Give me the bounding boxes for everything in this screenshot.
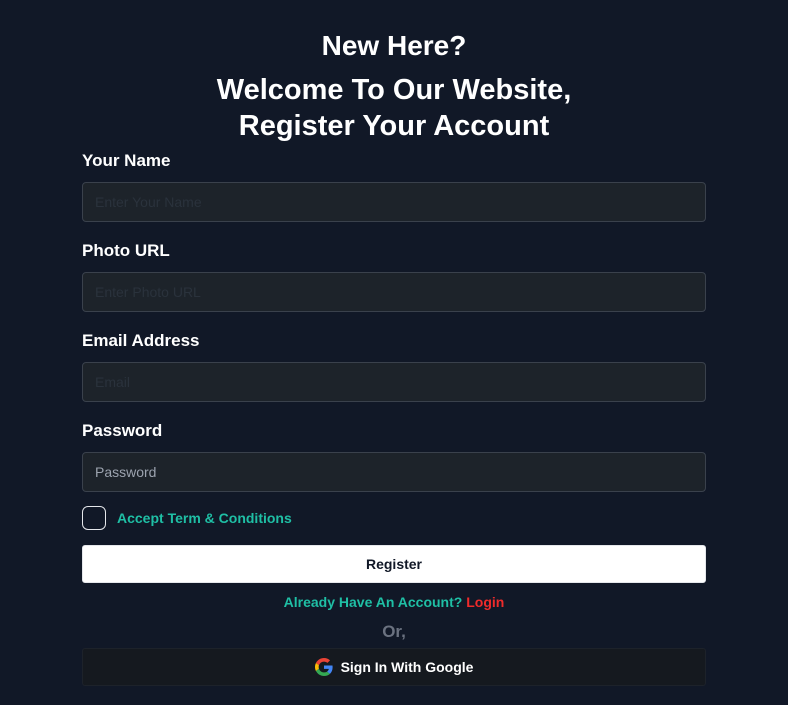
or-divider-text: Or, [382,622,406,641]
name-label: Your Name [82,151,171,170]
subtitle-line-1: Welcome To Our Website, [216,74,572,106]
email-field-group: Email Address [82,330,706,402]
register-button[interactable]: Register [82,545,706,583]
page-subtitle: Welcome To Our Website, Register Your Ac… [0,72,788,144]
password-input[interactable] [82,452,706,492]
google-button-label: Sign In With Google [340,659,474,675]
photo-field-group: Photo URL [82,240,706,312]
photo-url-input[interactable] [82,272,706,312]
register-form: Your Name Photo URL Email Address Passwo… [82,150,706,686]
login-link[interactable]: Login [466,594,504,610]
email-label: Email Address [82,331,200,350]
register-page: New Here? Welcome To Our Website, Regist… [0,0,788,705]
page-heading: New Here? Welcome To Our Website, Regist… [0,28,788,144]
google-sign-in-button[interactable]: Sign In With Google [82,648,706,686]
terms-label[interactable]: Accept Term & Conditions [117,510,292,526]
password-label: Password [82,421,163,440]
terms-row: Accept Term & Conditions [82,506,706,530]
login-prompt: Already Have An Account? Login [82,593,706,611]
terms-checkbox[interactable] [82,506,106,530]
password-field-group: Password [82,420,706,492]
photo-url-label: Photo URL [82,241,170,260]
page-title: New Here? [321,30,467,61]
subtitle-line-2: Register Your Account [238,110,550,142]
google-icon [314,658,333,676]
already-have-account-text: Already Have An Account? [283,594,463,610]
name-field-group: Your Name [82,150,706,222]
email-input[interactable] [82,362,706,402]
name-input[interactable] [82,182,706,222]
